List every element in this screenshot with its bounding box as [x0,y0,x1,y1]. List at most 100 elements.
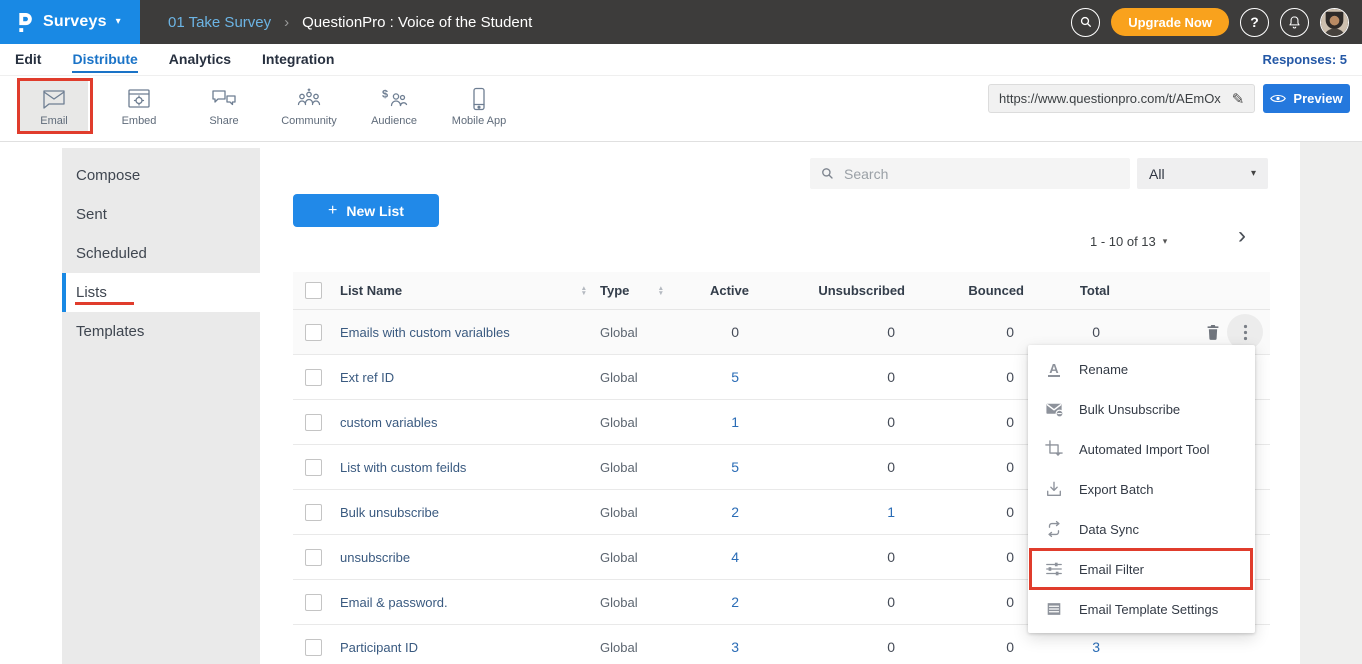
chevron-down-icon: ▾ [1163,237,1168,246]
email-sidebar: Compose Sent Scheduled Lists Templates [62,148,260,664]
mobile-app-icon [465,87,493,111]
row-checkbox[interactable] [305,459,322,476]
row-checkbox[interactable] [305,549,322,566]
row-checkbox[interactable] [305,504,322,521]
plus-icon: + [328,202,337,220]
menu-item-automated-import-tool[interactable]: Automated Import Tool [1028,429,1255,469]
list-name-link[interactable]: Participant ID [335,640,595,655]
sort-icon[interactable]: ▲▼ [658,286,664,296]
list-name-link[interactable]: unsubscribe [335,550,595,565]
questionpro-logo-icon [15,11,34,34]
share-icon [210,87,238,111]
list-search[interactable] [810,158,1130,189]
breadcrumb-separator-icon: › [284,14,289,31]
topbar-actions: Upgrade Now ? [1071,8,1362,37]
survey-url-value: https://www.questionpro.com/t/AEmOx [989,91,1222,106]
row-checkbox[interactable] [305,414,322,431]
tab-integration[interactable]: Integration [262,46,334,73]
row-checkbox[interactable] [305,324,322,341]
channel-mobile-app[interactable]: Mobile App [445,80,513,134]
list-name-link[interactable]: Emails with custom varialbles [335,325,595,340]
community-icon [295,87,323,111]
chevron-down-icon: ▾ [116,17,121,27]
top-bar: Surveys ▾ 01 Take Survey › QuestionPro :… [0,0,1362,44]
row-checkbox[interactable] [305,594,322,611]
bulk-unsubscribe-icon [1044,400,1064,419]
breadcrumb: 01 Take Survey › QuestionPro : Voice of … [168,14,532,31]
list-name-link[interactable]: List with custom feilds [335,460,595,475]
email-icon [40,87,68,111]
table-header-row: List Name▲▼ Type▲▼ Active Unsubscribed B… [293,272,1270,310]
export-batch-icon [1044,480,1064,498]
new-list-button[interactable]: + New List [293,194,439,227]
menu-item-export-batch[interactable]: Export Batch [1028,469,1255,509]
channel-email[interactable]: Email [20,80,88,134]
nav-tabs: Edit Distribute Analytics Integration [15,46,334,73]
list-name-link[interactable]: Email & password. [335,595,595,610]
page-background [1300,142,1362,664]
global-search-button[interactable] [1071,8,1100,37]
breadcrumb-survey-link[interactable]: 01 Take Survey [168,14,271,31]
sidebar-item-templates[interactable]: Templates [62,312,260,351]
automated-import-icon [1044,440,1064,458]
svg-text:$: $ [382,89,388,101]
next-page-button[interactable]: › [1238,224,1246,248]
pagination-range: 1 - 10 of 13 [1090,234,1156,249]
pagination[interactable]: 1 - 10 of 13 ▾ [1090,234,1167,249]
menu-item-data-sync[interactable]: Data Sync [1028,509,1255,549]
sort-icon[interactable]: ▲▼ [581,286,587,296]
data-sync-icon [1044,520,1064,538]
channel-community[interactable]: Community [275,80,343,134]
row-checkbox[interactable] [305,639,322,656]
search-input[interactable] [844,166,1120,182]
menu-item-email-filter[interactable]: Email Filter [1028,549,1255,589]
kebab-menu-icon [1243,324,1248,341]
responses-count[interactable]: Responses: 5 [1262,52,1347,67]
user-avatar[interactable] [1320,8,1349,37]
breadcrumb-survey-title: QuestionPro : Voice of the Student [302,14,532,31]
menu-item-email-template-settings[interactable]: Email Template Settings [1028,589,1255,629]
menu-item-bulk-unsubscribe[interactable]: Bulk Unsubscribe [1028,389,1255,429]
channel-list: Email Embed Share Community [20,80,530,134]
app-name: Surveys [43,13,107,31]
upgrade-now-button[interactable]: Upgrade Now [1111,8,1229,36]
search-icon [820,166,835,181]
channel-share[interactable]: Share [190,80,258,134]
rename-icon: A [1044,362,1064,377]
menu-item-rename[interactable]: A Rename [1028,349,1255,389]
sidebar-item-sent[interactable]: Sent [62,195,260,234]
edit-url-icon[interactable]: ✎ [1222,90,1254,108]
row-checkbox[interactable] [305,369,322,386]
list-type-filter-dropdown[interactable]: All ▾ [1137,158,1268,189]
sidebar-item-compose[interactable]: Compose [62,156,260,195]
product-switcher[interactable]: Surveys ▾ [0,0,140,44]
embed-icon [125,87,153,111]
survey-nav-bar: Edit Distribute Analytics Integration Re… [0,44,1362,76]
audience-icon: $ [380,87,408,111]
list-name-link[interactable]: Ext ref ID [335,370,595,385]
bell-icon [1287,15,1302,30]
question-mark-icon: ? [1250,14,1259,30]
sidebar-item-lists[interactable]: Lists [62,273,260,312]
preview-button[interactable]: Preview [1263,84,1350,113]
email-filter-icon [1044,560,1064,578]
list-name-link[interactable]: Bulk unsubscribe [335,505,595,520]
delete-list-button[interactable] [1204,323,1222,341]
list-name-link[interactable]: custom variables [335,415,595,430]
survey-url-field[interactable]: https://www.questionpro.com/t/AEmOx ✎ [988,84,1255,113]
email-template-settings-icon [1044,600,1064,618]
tab-edit[interactable]: Edit [15,46,41,73]
eye-icon [1270,93,1286,104]
select-all-checkbox[interactable] [305,282,322,299]
questionpro-app: Surveys ▾ 01 Take Survey › QuestionPro :… [0,0,1362,664]
tab-distribute[interactable]: Distribute [72,46,137,73]
notifications-button[interactable] [1280,8,1309,37]
sidebar-item-scheduled[interactable]: Scheduled [62,234,260,273]
channel-embed[interactable]: Embed [105,80,173,134]
row-context-menu: A Rename Bulk Unsubscribe Automated Impo… [1028,345,1255,633]
tab-analytics[interactable]: Analytics [169,46,231,73]
chevron-down-icon: ▾ [1251,169,1256,179]
help-button[interactable]: ? [1240,8,1269,37]
distribute-toolbar: Email Embed Share Community [0,76,1362,142]
channel-audience[interactable]: $ Audience [360,80,428,134]
